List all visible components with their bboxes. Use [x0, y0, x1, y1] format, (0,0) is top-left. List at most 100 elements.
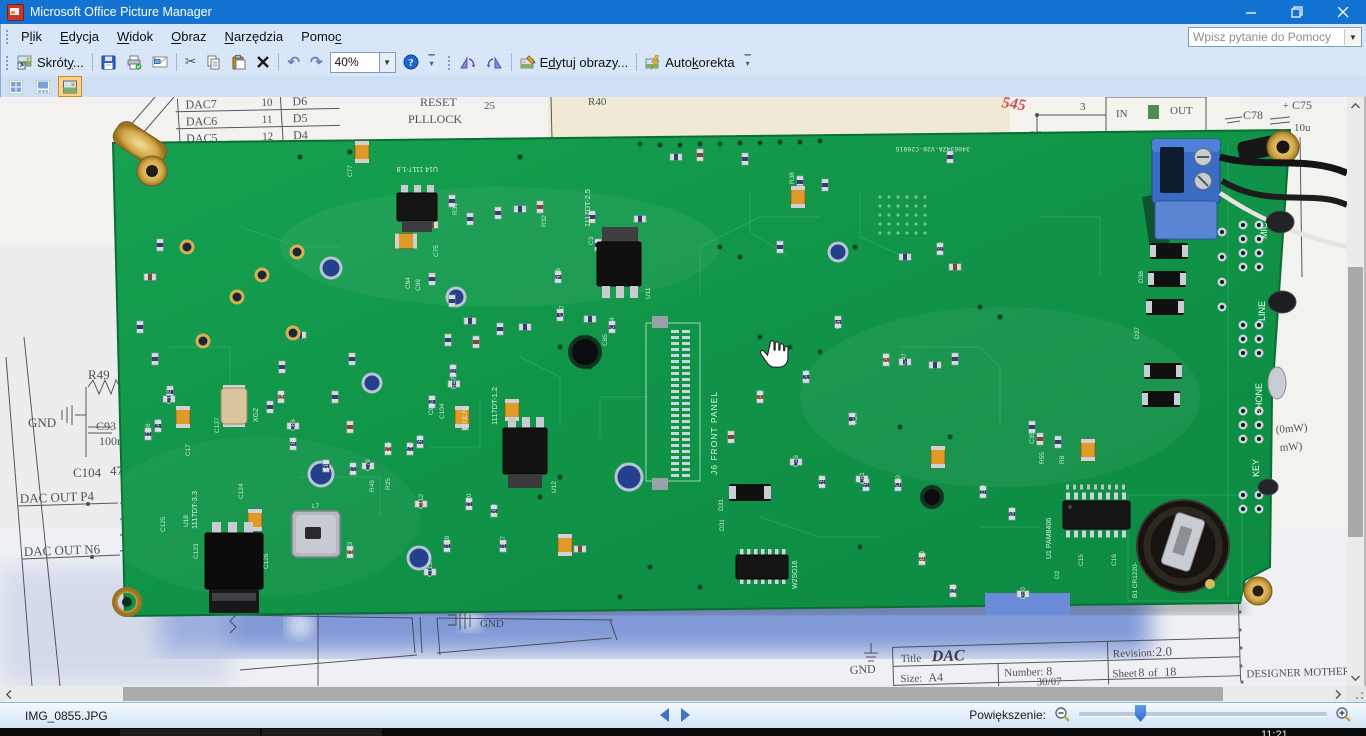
- regulator-u18: [205, 522, 263, 613]
- title-bar: Microsoft Office Picture Manager: [0, 0, 1366, 24]
- silkscreen-d37: D37: [1134, 327, 1141, 339]
- menu-item-pomoc[interactable]: Pomoc: [292, 26, 350, 47]
- redo-button[interactable]: ↷: [305, 53, 328, 72]
- schem-reset: RESET: [420, 97, 457, 109]
- horizontal-scrollbar[interactable]: [0, 686, 1366, 702]
- paste-icon: [231, 55, 246, 70]
- next-picture-button[interactable]: [681, 708, 690, 722]
- schem-of: of: [1148, 667, 1158, 679]
- zoom-out-icon[interactable]: [1054, 706, 1071, 723]
- chevron-down-icon[interactable]: ▼: [1344, 29, 1361, 45]
- schem-d6: D6: [292, 97, 307, 108]
- view-mode-bar: [0, 76, 1366, 98]
- scroll-right-button[interactable]: [1329, 686, 1346, 702]
- schem-r40: R40: [588, 97, 607, 108]
- zoom-slider[interactable]: [1079, 712, 1327, 717]
- regulator-u11: [597, 227, 641, 298]
- zoom-value[interactable]: 40%: [330, 52, 379, 73]
- copy-button[interactable]: [201, 52, 226, 73]
- rotate-left-button[interactable]: [454, 52, 481, 73]
- separator: [636, 53, 637, 71]
- menu-item-obraz[interactable]: Obraz: [162, 26, 215, 47]
- cut-button[interactable]: ✂: [180, 51, 202, 73]
- silkscreen-u11: U11: [645, 287, 652, 299]
- print-button[interactable]: [121, 52, 147, 73]
- menu-item-widok[interactable]: Widok: [108, 26, 162, 47]
- menu-item-plik[interactable]: Plik: [12, 26, 51, 47]
- zoom-in-icon[interactable]: [1335, 706, 1352, 723]
- svg-text:?: ?: [408, 57, 414, 69]
- filmstrip-view-button[interactable]: [31, 76, 55, 97]
- edit-pictures-button[interactable]: Edytuj obrazy...: [515, 52, 634, 73]
- vertical-scrollbar[interactable]: [1347, 97, 1364, 686]
- rotate-right-button[interactable]: [481, 52, 508, 73]
- vertical-scroll-thumb[interactable]: [1348, 267, 1363, 537]
- chevron-down-icon[interactable]: ▼: [379, 52, 396, 73]
- delete-button[interactable]: [251, 52, 275, 72]
- schem-c93: C93: [96, 419, 116, 433]
- separator: [92, 53, 93, 71]
- taskbar-segment[interactable]: [262, 729, 382, 736]
- horizontal-scroll-thumb[interactable]: [123, 687, 1223, 701]
- toolbar-grip[interactable]: [4, 54, 9, 70]
- schem-revision-label: Revision:: [1113, 647, 1155, 660]
- help-search-box[interactable]: Wpisz pytanie do Pomocy ▼: [1188, 27, 1362, 47]
- save-button[interactable]: [96, 52, 121, 73]
- scroll-up-button[interactable]: [1347, 97, 1364, 114]
- silkscreen-label: C112: [418, 494, 425, 509]
- thumbnail-view-button[interactable]: [4, 76, 28, 97]
- close-button[interactable]: [1320, 0, 1366, 24]
- silkscreen-mic: MIC: [1259, 222, 1269, 239]
- silkscreen-label: C123: [193, 543, 200, 559]
- window-title: Microsoft Office Picture Manager: [30, 5, 212, 19]
- redo-icon: ↷: [310, 56, 323, 69]
- silkscreen-d31: D31: [718, 499, 725, 511]
- zoom-slider-thumb[interactable]: [1135, 705, 1146, 722]
- photo-view[interactable]: DAC7 DAC6 DAC5 10 11 12 D6 D5 D4 RESET P…: [0, 97, 1347, 686]
- schem-revision: 2.0: [1156, 644, 1173, 659]
- toolbar-options-button-2[interactable]: ▔▾: [742, 52, 754, 72]
- pcb-board: 340634ZA-V20-C2091G: [100, 118, 1347, 616]
- shortcuts-button[interactable]: Skróty...: [12, 52, 89, 73]
- silkscreen-label: C57: [835, 317, 842, 329]
- filmstrip-view-icon: [36, 80, 50, 94]
- scroll-left-button[interactable]: [0, 686, 17, 702]
- silkscreen-xg2: XG2: [253, 408, 260, 422]
- toolbar-options-button[interactable]: ▔▾: [426, 52, 438, 72]
- schem-out: OUT: [1170, 105, 1193, 117]
- minimize-button[interactable]: [1228, 0, 1274, 24]
- schem-r49: R49: [88, 367, 110, 382]
- cut-icon: ✂: [185, 54, 197, 70]
- silkscreen-line: LINE: [1257, 301, 1267, 321]
- silkscreen-label: C67: [559, 305, 566, 317]
- shortcuts-label: Skróty...: [37, 55, 84, 70]
- silkscreen-l7: L7: [312, 503, 320, 510]
- silkscreen-label: C3: [588, 236, 595, 245]
- single-picture-view-button[interactable]: [58, 76, 82, 97]
- schem-sheet-label: Sheet: [1112, 668, 1137, 681]
- silkscreen-label: C113: [347, 542, 354, 557]
- taskbar-segment[interactable]: [120, 729, 260, 736]
- help-button[interactable]: ?: [398, 51, 424, 73]
- menu-item-edycja[interactable]: Edycja: [51, 26, 108, 47]
- schem-n11: 11: [262, 114, 273, 126]
- paste-button[interactable]: [226, 52, 251, 73]
- silkscreen-u12: U12: [551, 481, 558, 493]
- silkscreen-label: C72: [407, 442, 414, 454]
- silkscreen-label: C135: [166, 388, 173, 404]
- mail-button[interactable]: [147, 52, 173, 72]
- autocorrect-button[interactable]: Autokorekta: [640, 52, 739, 73]
- menu-item-narzędzia[interactable]: Narzędzia: [216, 26, 293, 47]
- resize-grip[interactable]: [1346, 686, 1366, 702]
- silkscreen-label: C65: [602, 334, 609, 346]
- silkscreen-b1: B1 CR1220-: [1132, 562, 1139, 598]
- undo-button[interactable]: ↶: [282, 53, 305, 72]
- scroll-down-button[interactable]: [1347, 669, 1364, 686]
- silkscreen-j6: J6 FRONT PANEL: [709, 391, 719, 475]
- toolbar-grip-2[interactable]: [446, 54, 451, 70]
- zoom-combobox[interactable]: 40% ▼: [330, 52, 396, 73]
- regulator-u12: [503, 417, 547, 488]
- menubar-grip[interactable]: [4, 28, 9, 44]
- previous-picture-button[interactable]: [660, 708, 669, 722]
- restore-button[interactable]: [1274, 0, 1320, 24]
